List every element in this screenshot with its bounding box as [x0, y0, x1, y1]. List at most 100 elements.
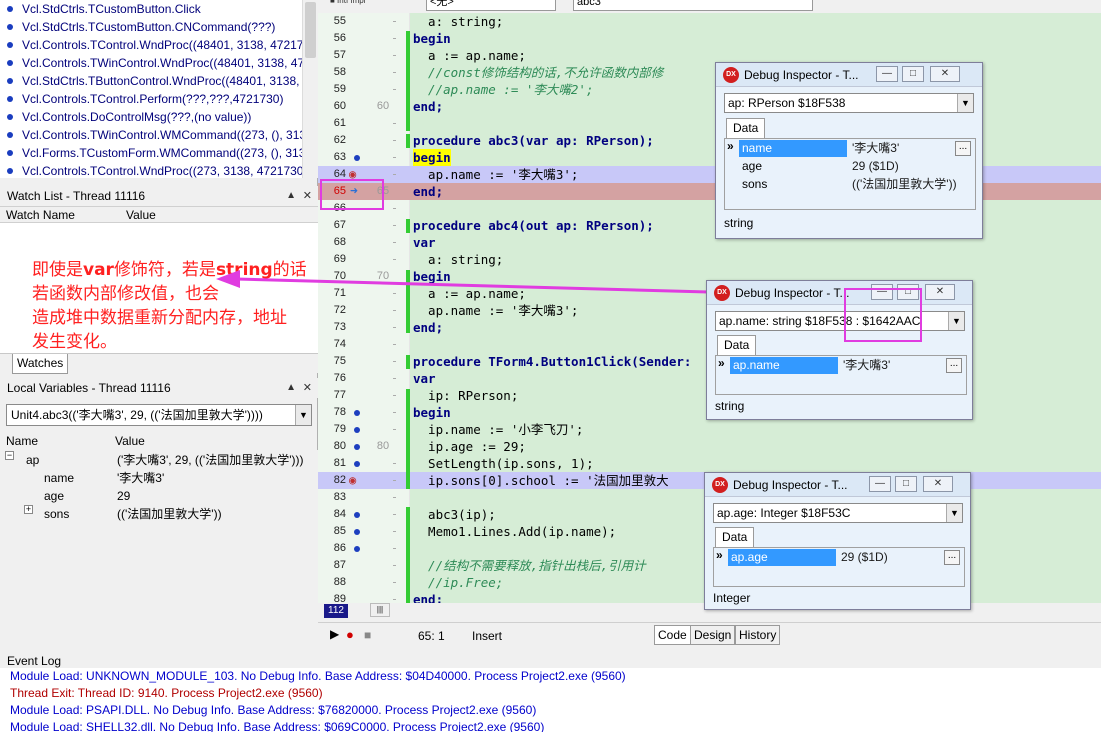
close-icon[interactable]: ✕ — [930, 66, 960, 82]
expand-icon[interactable]: + — [24, 505, 33, 514]
inspector-titlebar[interactable]: DX Debug Inspector - T... — □ ✕ — [707, 281, 972, 305]
call-stack-item[interactable]: Vcl.StdCtrls.TButtonControl.WndProc((484… — [0, 72, 302, 90]
pin-icon[interactable]: ▲ — [286, 186, 296, 206]
code-line[interactable]: 79 ip.name := '小李飞刀'; — [318, 421, 1101, 438]
table-row[interactable]: age 29 — [0, 487, 318, 505]
tab-data[interactable]: Data — [726, 118, 766, 138]
method-select[interactable]: abc3 — [573, 0, 813, 11]
hscroll-button[interactable]: ||| — [370, 603, 390, 617]
maximize-icon[interactable]: □ — [902, 66, 924, 82]
collapse-icon[interactable]: − — [5, 451, 14, 460]
scrollbar-thumb[interactable] — [305, 2, 316, 58]
minimize-icon[interactable]: — — [876, 66, 898, 82]
table-row[interactable]: + sons (('法国加里敦大学')) — [0, 505, 318, 523]
close-icon[interactable]: ✕ — [923, 476, 953, 492]
ellipsis-button[interactable]: ... — [955, 141, 971, 156]
call-stack-item[interactable]: Vcl.Controls.TControl.WndProc((48401, 31… — [0, 36, 302, 54]
call-stack-item[interactable]: Vcl.StdCtrls.TCustomButton.CNCommand(???… — [0, 18, 302, 36]
debug-inspector-window[interactable]: DX Debug Inspector - T... — □ ✕ ap.age: … — [704, 472, 971, 610]
call-stack-item[interactable]: Vcl.StdCtrls.TCustomButton.Click — [0, 0, 302, 18]
chevron-down-icon[interactable]: ▼ — [946, 504, 962, 522]
breakpoint-dot-icon[interactable] — [354, 410, 360, 416]
log-entry[interactable]: Thread Exit: Thread ID: 9140. Process Pr… — [0, 685, 1101, 702]
record-icon[interactable]: ● — [346, 627, 354, 642]
breakpoint-icon[interactable]: ◉ — [349, 472, 356, 489]
value-column[interactable]: Value — [115, 434, 145, 448]
inspector-row[interactable]: ap.name '李大嘴3'... — [716, 357, 966, 374]
breakpoint-dot-icon[interactable] — [354, 461, 360, 467]
scope-select[interactable]: <无> — [426, 0, 556, 11]
code-line[interactable]: 63 begin — [318, 149, 1101, 166]
code-line[interactable]: 56 begin — [318, 30, 1101, 47]
code-line[interactable]: 68 var — [318, 234, 1101, 251]
inspector-row[interactable]: name '李大嘴3'... — [725, 140, 975, 157]
call-stack-item[interactable]: Vcl.Controls.TWinControl.WndProc((48401,… — [0, 54, 302, 72]
call-stack-list[interactable]: Vcl.StdCtrls.TCustomButton.Click Vcl.StdC… — [0, 0, 302, 178]
code-line[interactable]: 65 65 ➜ end; — [318, 183, 1101, 200]
toolbar-icons[interactable]: ■ Intf Impl — [330, 0, 366, 5]
breakpoint-dot-icon[interactable] — [354, 444, 360, 450]
tab-history[interactable]: History — [735, 625, 781, 645]
code-line[interactable]: 69 a: string; — [318, 251, 1101, 268]
code-line[interactable]: 64 ◉ ap.name := '李大嘴3'; — [318, 166, 1101, 183]
ellipsis-button[interactable]: ... — [946, 358, 962, 373]
call-stack-item[interactable]: Vcl.Forms.TCustomForm.WMCommand((273, ()… — [0, 144, 302, 162]
ellipsis-button[interactable]: ... — [944, 550, 960, 565]
chevron-down-icon[interactable]: ▼ — [948, 312, 964, 330]
minimize-icon[interactable]: — — [869, 476, 891, 492]
log-entry[interactable]: Module Load: SHELL32.dll. No Debug Info.… — [0, 719, 1101, 732]
call-stack-item[interactable]: Vcl.Controls.DoControlMsg(???,(no value)… — [0, 108, 302, 126]
code-line[interactable]: 59 //ap.name := '李大嘴2'; — [318, 81, 1101, 98]
play-icon[interactable]: ▶ — [330, 627, 339, 641]
breakpoint-dot-icon[interactable] — [354, 427, 360, 433]
close-icon[interactable]: ✕ — [303, 186, 312, 206]
code-line[interactable]: 67 procedure abc4(out ap: RPerson); — [318, 217, 1101, 234]
inspector-expression-select[interactable]: ap.age: Integer $18F53C ▼ — [713, 503, 963, 523]
code-line[interactable]: 58 //const修饰结构的话,不允许函数内部修 — [318, 64, 1101, 81]
stop-icon[interactable]: ■ — [364, 628, 371, 642]
table-row[interactable]: − ap ('李大嘴3', 29, (('法国加里敦大学'))) — [0, 451, 318, 469]
code-line[interactable]: 80 80 ip.age := 29; — [318, 438, 1101, 455]
inspector-expression-select[interactable]: ap: RPerson $18F538 ▼ — [724, 93, 974, 113]
inspector-row[interactable]: sons (('法国加里敦大学')) — [725, 176, 975, 193]
call-stack-item[interactable]: Vcl.Controls.TWinControl.WMCommand((273,… — [0, 126, 302, 144]
watch-name-column[interactable]: Watch Name — [6, 208, 75, 222]
watch-value-column[interactable]: Value — [126, 208, 156, 222]
inspector-row[interactable]: age 29 ($1D) — [725, 158, 975, 175]
chevron-down-icon[interactable]: ▼ — [957, 94, 973, 112]
tab-design[interactable]: Design — [690, 625, 736, 645]
close-icon[interactable]: ✕ — [925, 284, 955, 300]
local-variables-context-select[interactable]: Unit4.abc3(('李大嘴3', 29, (('法国加里敦大学')))) … — [6, 404, 312, 426]
log-entry[interactable]: Module Load: UNKNOWN_MODULE_103. No Debu… — [0, 668, 1101, 685]
log-entry[interactable]: Module Load: PSAPI.DLL. No Debug Info. B… — [0, 702, 1101, 719]
call-stack-scrollbar[interactable] — [302, 0, 318, 178]
call-stack-item[interactable]: Vcl.Controls.TControl.Perform(???,???,47… — [0, 90, 302, 108]
pin-icon[interactable]: ▲ — [286, 378, 296, 398]
code-line[interactable]: 61 — [318, 115, 1101, 132]
inspector-expression-select[interactable]: ap.name: string $18F538 : $1642AAC ▼ — [715, 311, 965, 331]
inspector-titlebar[interactable]: DX Debug Inspector - T... — □ ✕ — [716, 63, 982, 87]
close-icon[interactable]: ✕ — [303, 378, 312, 398]
debug-inspector-window[interactable]: DX Debug Inspector - T... — □ ✕ ap: RPer… — [715, 62, 983, 239]
name-column[interactable]: Name — [6, 434, 38, 448]
breakpoint-dot-icon[interactable] — [354, 546, 360, 552]
code-line[interactable]: 60 60 end; — [318, 98, 1101, 115]
code-line[interactable]: 55 a: string; — [318, 13, 1101, 30]
code-line[interactable]: 62 procedure abc3(var ap: RPerson); — [318, 132, 1101, 149]
call-stack-item[interactable]: Vcl.Controls.TControl.WndProc((273, 3138… — [0, 162, 302, 178]
table-row[interactable]: name '李大嘴3' — [0, 469, 318, 487]
maximize-icon[interactable]: □ — [895, 476, 917, 492]
breakpoint-dot-icon[interactable] — [354, 512, 360, 518]
tab-watches[interactable]: Watches — [12, 354, 69, 374]
inspector-titlebar[interactable]: DX Debug Inspector - T... — □ ✕ — [705, 473, 970, 497]
tab-data[interactable]: Data — [717, 335, 757, 355]
event-log-list[interactable]: Module Load: UNKNOWN_MODULE_103. No Debu… — [0, 668, 1101, 732]
chevron-down-icon[interactable]: ▼ — [295, 405, 311, 425]
tab-code[interactable]: Code — [654, 625, 691, 645]
debug-inspector-window[interactable]: DX Debug Inspector - T... — □ ✕ ap.name:… — [706, 280, 973, 420]
inspector-row[interactable]: ap.age 29 ($1D)... — [714, 549, 964, 566]
code-line[interactable]: 81 SetLength(ip.sons, 1); — [318, 455, 1101, 472]
tab-data[interactable]: Data — [715, 527, 755, 547]
breakpoint-dot-icon[interactable] — [354, 529, 360, 535]
breakpoint-dot-icon[interactable] — [354, 155, 360, 161]
